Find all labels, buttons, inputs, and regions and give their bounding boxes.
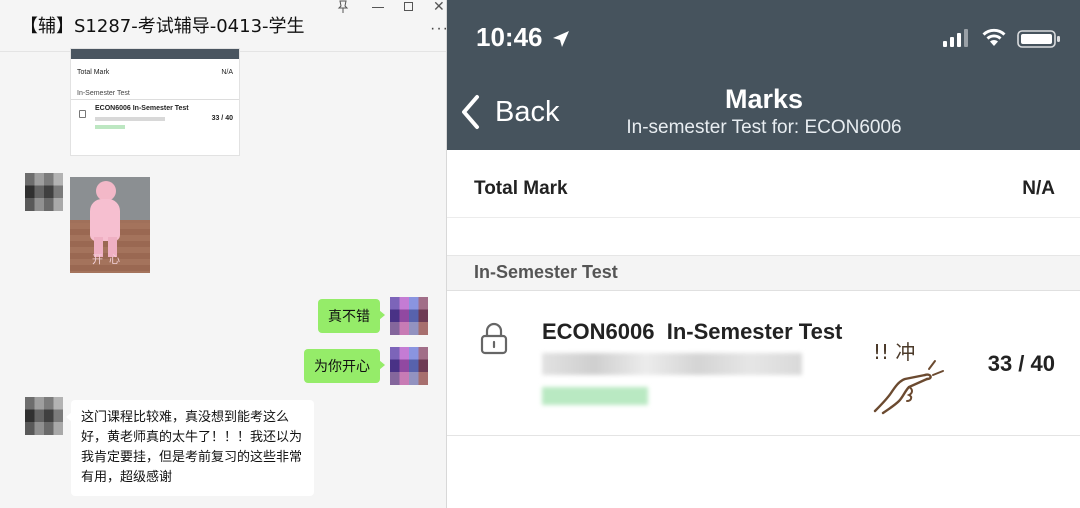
test-score: 33 / 40 [987,351,1055,376]
section-header: In-Semester Test [447,255,1080,291]
page-subtitle: In-semester Test for: ECON6006 [626,117,902,138]
chat-title: 【辅】S1287-考试辅导-0413-学生 [20,16,305,37]
maximize-icon[interactable] [404,2,413,11]
thumbnail-navbar [71,49,239,59]
cellular-signal-icon [943,29,968,47]
minimize-icon[interactable] [372,7,384,8]
message-bubble-self[interactable]: 为你开心 [304,349,385,383]
doodle-text: !! 冲 [873,340,915,364]
thumbnail-redacted-line [95,117,165,121]
avatar[interactable] [25,397,63,435]
message-text: 真不错 [328,309,370,325]
location-arrow-icon [553,31,569,47]
chat-window: 【辅】S1287-考试辅导-0413-学生 ✕ ··· Total Mark N… [0,0,446,508]
message-bubble-self[interactable]: 真不错 [318,299,385,333]
lock-icon [480,322,508,355]
status-time: 10:46 [476,22,543,52]
bubble-tail [379,360,385,370]
shared-photo[interactable]: 开心 [70,177,150,273]
total-mark-label: Total Mark [474,178,568,199]
photo-caption: 开心 [92,254,126,266]
navigation-bar: 10:46 Back Marks In-semester Test for: E… [447,0,1080,150]
thumbnail-lock-icon [79,110,86,118]
message-bubble-other[interactable]: 这门课程比较难，真没想到能考这么好，黄老师真的太牛了！！！我还以为我肯定要挂，但… [66,400,314,496]
pointing-hand-doodle: !! 冲 [873,340,944,415]
bubble-tail [66,412,72,422]
marks-screen: 10:46 Back Marks In-semester Test for: E… [446,0,1080,508]
thumbnail-test-title: ECON6006 In-Semester Test [95,105,189,112]
screenshot-root: 【辅】S1287-考试辅导-0413-学生 ✕ ··· Total Mark N… [0,0,1080,508]
test-title: ECON6006 In-Semester Test [542,319,843,344]
message-text: 这门课程比较难，真没想到能考这么好，黄老师真的太牛了！！！我还以为我肯定要挂，但… [81,410,303,485]
shared-screenshot-thumbnail[interactable]: Total Mark N/A In-Semester Test ECON6006… [70,48,240,156]
thumbnail-divider [71,99,239,100]
redacted-details [542,353,802,375]
redacted-status [542,387,648,405]
avatar[interactable] [390,347,428,385]
photo-figure [90,199,120,241]
thumbnail-score: 33 / 40 [211,115,233,122]
test-result-row[interactable]: ECON6006 In-Semester Test !! 冲 33 / 40 [447,291,1080,436]
wifi-icon [982,28,1006,46]
bubble-tail [379,310,385,320]
more-options-icon[interactable]: ··· [430,20,446,38]
photo-figure [96,181,116,201]
thumbnail-section-label: In-Semester Test [77,90,130,97]
chat-header: 【辅】S1287-考试辅导-0413-学生 ✕ ··· [0,0,446,52]
total-mark-value: N/A [1022,178,1055,199]
thumbnail-total-value: N/A [221,69,233,76]
avatar[interactable] [25,173,63,211]
thumbnail-redacted-line [95,125,125,129]
total-mark-row: Total Mark N/A [447,150,1080,218]
close-icon[interactable]: ✕ [433,0,445,15]
section-label: In-Semester Test [474,262,618,282]
spacer [447,219,1080,255]
page-title: Marks [724,84,804,114]
message-text: 为你开心 [314,359,370,375]
pin-icon[interactable] [336,0,350,14]
avatar[interactable] [390,297,428,335]
thumbnail-total-label: Total Mark [77,69,110,76]
battery-icon [1017,30,1060,48]
